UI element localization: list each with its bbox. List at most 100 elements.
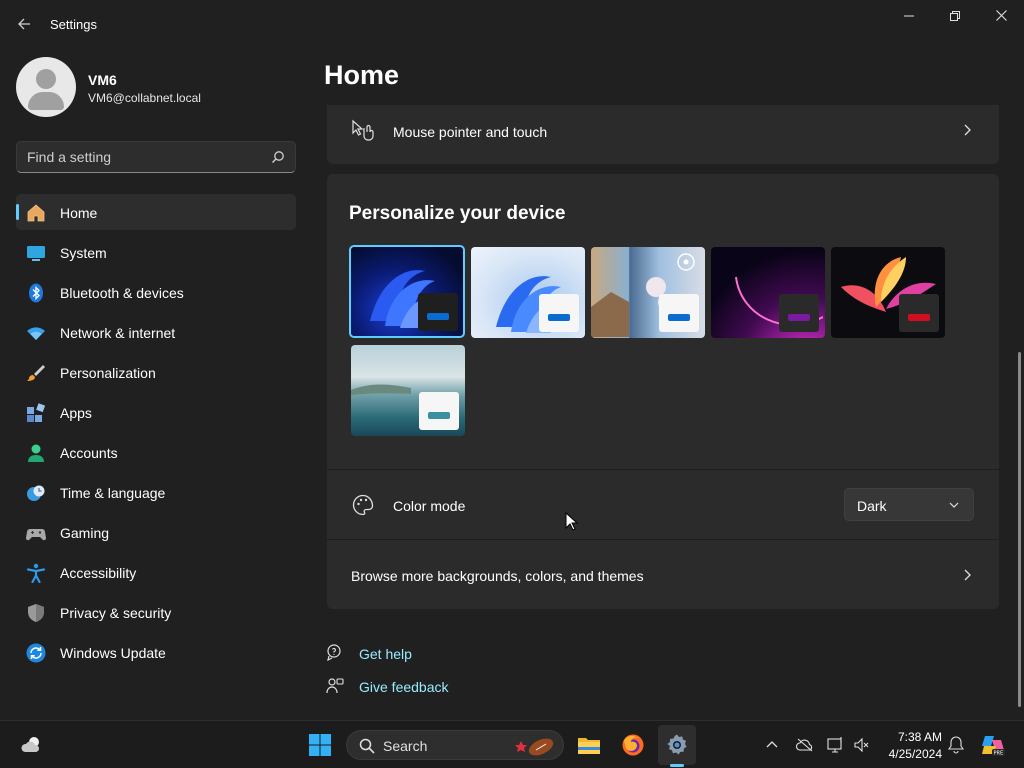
notification-bell-icon[interactable] — [948, 736, 964, 754]
sidebar-item-accounts[interactable]: Accounts — [16, 434, 296, 470]
bluetooth-icon — [29, 283, 43, 303]
sidebar-item-label: Personalization — [60, 365, 156, 381]
theme-thumbnail[interactable] — [351, 345, 465, 436]
chevron-down-icon — [949, 502, 959, 508]
avatar[interactable] — [16, 57, 76, 117]
mouse-cursor-icon — [565, 512, 579, 531]
network-icon — [27, 327, 45, 340]
color-mode-label: Color mode — [393, 498, 466, 514]
taskbar-search-label: Search — [383, 738, 428, 754]
color-mode-dropdown[interactable]: Dark — [844, 488, 974, 521]
theme-window-preview — [779, 294, 819, 332]
theme-accent-bar — [428, 412, 450, 419]
minimize-icon[interactable] — [886, 0, 932, 32]
update-icon — [26, 643, 46, 663]
sidebar-item-bluetooth[interactable]: Bluetooth & devices — [16, 274, 296, 310]
profile-name: VM6 — [88, 72, 117, 88]
sidebar-item-label: Bluetooth & devices — [60, 285, 184, 301]
page-title: Home — [324, 60, 400, 90]
sidebar-item-apps[interactable]: Apps — [16, 394, 296, 430]
scrollbar[interactable] — [1018, 352, 1021, 707]
home-icon — [27, 204, 45, 222]
sidebar-item-label: Privacy & security — [60, 605, 172, 621]
search-input[interactable] — [27, 147, 257, 167]
sidebar-item-label: Windows Update — [60, 645, 166, 661]
firefox-icon[interactable] — [621, 733, 645, 757]
running-indicator — [670, 764, 684, 767]
mouse-pointer-row[interactable]: Mouse pointer and touch — [327, 105, 999, 164]
taskbar-date[interactable]: 4/25/2024 — [874, 747, 942, 761]
gamepad-icon — [26, 529, 46, 541]
sidebar-item-home[interactable]: Home — [16, 194, 296, 230]
volume-muted-icon[interactable] — [853, 736, 871, 754]
mouse-pointer-label: Mouse pointer and touch — [393, 124, 548, 140]
restore-icon[interactable] — [932, 0, 978, 32]
file-explorer-icon[interactable] — [577, 733, 601, 757]
theme-window-preview — [899, 294, 939, 332]
sidebar-item-label: System — [60, 245, 107, 261]
search-icon — [359, 738, 375, 754]
theme-window-preview — [539, 294, 579, 332]
system-icon — [27, 246, 45, 261]
avatar-head — [36, 69, 56, 89]
browse-themes-label: Browse more backgrounds, colors, and the… — [351, 568, 644, 584]
help-icon — [327, 644, 341, 662]
theme-accent-bar — [668, 314, 690, 321]
search-icon — [272, 151, 284, 163]
sidebar-item-privacy[interactable]: Privacy & security — [16, 594, 296, 630]
color-mode-value: Dark — [857, 498, 887, 514]
sidebar-item-label: Accounts — [60, 445, 118, 461]
theme-thumbnail[interactable] — [471, 247, 585, 338]
theme-thumbnail[interactable] — [349, 245, 465, 338]
feedback-icon — [326, 678, 344, 694]
sidebar-item-label: Time & language — [60, 485, 166, 501]
sidebar-item-time-language[interactable]: Time & language — [16, 474, 296, 510]
accessibility-icon — [26, 563, 46, 583]
theme-accent-bar — [788, 314, 810, 321]
football-icon — [515, 738, 554, 756]
search-box[interactable] — [16, 141, 296, 173]
clock-globe-icon — [27, 485, 45, 501]
browse-themes-row[interactable]: Browse more backgrounds, colors, and the… — [327, 540, 999, 608]
close-icon[interactable] — [978, 0, 1024, 32]
sidebar-item-personalization[interactable]: Personalization — [16, 354, 296, 390]
sidebar-item-gaming[interactable]: Gaming — [16, 514, 296, 550]
back-arrow-icon[interactable] — [10, 10, 38, 38]
start-icon[interactable] — [308, 733, 332, 757]
taskbar-search[interactable]: Search — [346, 730, 564, 760]
sidebar-item-network[interactable]: Network & internet — [16, 314, 296, 350]
theme-window-preview — [419, 392, 459, 430]
network-display-icon[interactable] — [827, 736, 845, 754]
theme-thumbnail[interactable] — [831, 247, 945, 338]
apps-icon — [27, 403, 46, 422]
accounts-icon — [28, 444, 44, 462]
sidebar-item-accessibility[interactable]: Accessibility — [16, 554, 296, 590]
avatar-body — [28, 92, 64, 110]
sidebar-item-label: Home — [60, 205, 98, 221]
weather-icon[interactable] — [20, 733, 44, 757]
theme-thumbnail[interactable] — [591, 247, 705, 338]
sidebar-item-label: Accessibility — [60, 565, 137, 581]
copilot-icon[interactable]: PRE — [980, 732, 1006, 758]
sidebar-item-label: Network & internet — [60, 325, 176, 341]
theme-accent-bar — [427, 313, 449, 320]
sidebar-item-label: Apps — [60, 405, 92, 421]
chevron-up-icon[interactable] — [766, 739, 778, 751]
active-indicator — [16, 204, 19, 220]
sidebar-item-windows-update[interactable]: Windows Update — [16, 634, 296, 670]
sidebar-item-system[interactable]: System — [16, 234, 296, 270]
mouse-touch-icon — [352, 119, 374, 141]
divider — [327, 469, 999, 470]
svg-text:PRE: PRE — [994, 751, 1004, 757]
theme-accent-bar — [908, 314, 930, 321]
chevron-right-icon — [964, 124, 971, 136]
taskbar-time[interactable]: 7:38 AM — [880, 730, 942, 744]
chevron-right-icon — [964, 569, 971, 581]
theme-accent-bar — [548, 314, 570, 321]
theme-thumbnail[interactable] — [711, 247, 825, 338]
onedrive-offline-icon[interactable] — [796, 737, 814, 753]
theme-window-preview — [659, 294, 699, 332]
settings-gear-icon[interactable] — [665, 733, 689, 757]
get-help-link[interactable]: Get help — [359, 646, 412, 662]
give-feedback-link[interactable]: Give feedback — [359, 679, 449, 695]
